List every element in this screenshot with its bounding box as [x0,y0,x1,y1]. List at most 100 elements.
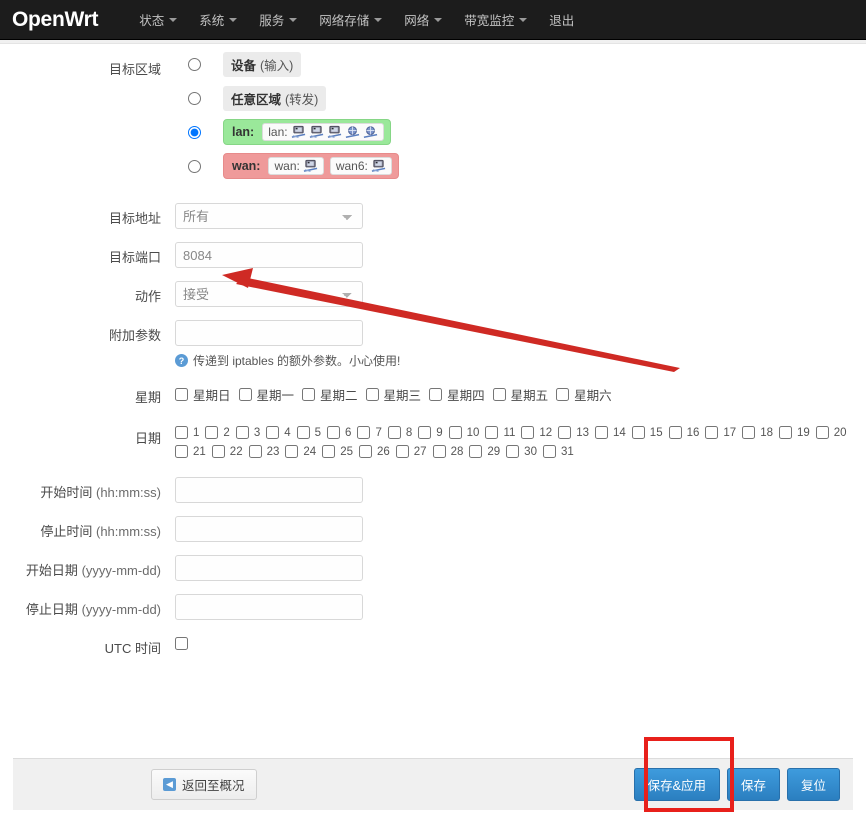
monthday-item[interactable]: 2 [205,426,230,439]
monthday-checkbox-2[interactable] [235,426,249,439]
stop-date-input[interactable] [175,594,363,620]
monthday-checkbox-0[interactable] [175,426,188,439]
monthday-checkbox-18[interactable] [778,426,792,439]
save-apply-button[interactable]: 保存&应用 [633,768,720,801]
monthday-item[interactable]: 21 [175,445,206,458]
dest-zone-option-0[interactable]: 设备 (输入) [175,51,866,77]
monthday-item[interactable]: 31 [542,445,574,458]
monthday-item[interactable]: 9 [418,426,443,439]
weekday-item[interactable]: 星期六 [556,385,612,404]
weekday-checkbox-0[interactable] [175,388,188,401]
monthday-checkbox-10[interactable] [485,426,499,439]
monthday-item[interactable]: 24 [285,445,316,458]
monthday-checkbox-16[interactable] [705,426,719,439]
monthday-checkbox-14[interactable] [631,426,645,439]
monthday-checkbox-13[interactable] [595,426,608,439]
nav-item-5[interactable]: 带宽监控 [453,0,538,40]
monthday-item[interactable]: 27 [395,445,427,458]
dest-zone-radio-2[interactable] [188,125,201,139]
monthday-checkbox-22[interactable] [248,445,262,458]
monthday-item[interactable]: 13 [558,426,589,439]
reset-button[interactable]: 复位 [786,768,840,801]
monthday-checkbox-7[interactable] [387,426,401,439]
start-date-input[interactable] [175,555,363,581]
monthday-item[interactable]: 14 [595,426,626,439]
nav-item-0[interactable]: 状态 [128,0,188,40]
monthday-item[interactable]: 29 [469,445,500,458]
monthday-item[interactable]: 8 [387,426,412,439]
dest-zone-option-3[interactable]: wan: wan: wan6: [175,153,866,179]
dest-zone-radio-0[interactable] [188,57,201,71]
nav-item-1[interactable]: 系统 [188,0,248,40]
monthday-item[interactable]: 10 [448,426,479,439]
monthday-checkbox-15[interactable] [668,426,682,439]
monthday-checkbox-21[interactable] [211,445,225,458]
monthday-checkbox-6[interactable] [357,426,371,439]
weekday-checkbox-2[interactable] [302,388,316,401]
dest-zone-option-2[interactable]: lan: lan: [175,119,866,145]
weekday-item[interactable]: 星期四 [429,385,485,404]
monthday-checkbox-24[interactable] [322,445,336,458]
monthday-checkbox-9[interactable] [448,426,462,439]
monthday-checkbox-30[interactable] [542,445,556,458]
nav-item-6[interactable]: 退出 [538,0,585,40]
monthday-item[interactable]: 26 [358,445,390,458]
monthday-checkbox-28[interactable] [469,445,483,458]
monthday-checkbox-12[interactable] [558,426,572,439]
monthday-checkbox-11[interactable] [521,426,535,439]
monthday-checkbox-20[interactable] [175,445,188,458]
monthday-item[interactable]: 30 [506,445,537,458]
nav-item-3[interactable]: 网络存储 [308,0,393,40]
monthday-item[interactable]: 20 [815,426,847,439]
weekday-item[interactable]: 星期一 [238,385,294,404]
monthday-item[interactable]: 7 [357,426,382,439]
monthday-item[interactable]: 6 [327,426,351,439]
stop-time-input[interactable] [175,516,363,542]
weekday-item[interactable]: 星期二 [302,385,358,404]
dest-port-input[interactable] [175,242,363,268]
action-select[interactable]: 接受 [175,281,363,307]
monthday-item[interactable]: 1 [175,426,199,439]
monthday-item[interactable]: 12 [521,426,552,439]
nav-item-4[interactable]: 网络 [393,0,453,40]
dest-zone-option-1[interactable]: 任意区域 (转发) [175,85,866,111]
monthday-checkbox-17[interactable] [742,426,756,439]
monthday-item[interactable]: 22 [211,445,243,458]
monthday-item[interactable]: 3 [235,426,260,439]
monthday-item[interactable]: 28 [432,445,463,458]
weekday-checkbox-1[interactable] [238,388,252,401]
monthday-checkbox-1[interactable] [205,426,219,439]
monthday-checkbox-3[interactable] [266,426,280,439]
monthday-checkbox-8[interactable] [418,426,432,439]
monthday-checkbox-26[interactable] [395,445,409,458]
monthday-item[interactable]: 25 [322,445,353,458]
monthday-item[interactable]: 18 [742,426,773,439]
monthday-item[interactable]: 11 [485,426,515,439]
monthday-item[interactable]: 15 [631,426,663,439]
weekday-checkbox-5[interactable] [492,388,506,401]
weekday-checkbox-6[interactable] [556,388,570,401]
dest-zone-radio-3[interactable] [188,159,201,173]
monthday-item[interactable]: 5 [296,426,321,439]
monthday-checkbox-19[interactable] [815,426,829,439]
monthday-item[interactable]: 19 [778,426,810,439]
monthday-checkbox-27[interactable] [432,445,446,458]
save-button[interactable]: 保存 [726,768,780,801]
dest-address-select[interactable]: 所有 [175,203,363,229]
monthday-checkbox-29[interactable] [506,445,520,458]
weekday-item[interactable]: 星期日 [175,385,231,404]
monthday-item[interactable]: 4 [266,426,291,439]
start-time-input[interactable] [175,477,363,503]
monthday-item[interactable]: 23 [248,445,279,458]
monthday-checkbox-5[interactable] [327,426,341,439]
brand-logo[interactable]: OpenWrt [12,8,98,32]
weekday-item[interactable]: 星期三 [365,385,421,404]
extra-args-input[interactable] [175,320,363,346]
utc-time-checkbox[interactable] [175,637,188,650]
weekday-item[interactable]: 星期五 [492,385,548,404]
dest-zone-radio-1[interactable] [188,91,201,105]
monthday-checkbox-25[interactable] [358,445,372,458]
monthday-checkbox-4[interactable] [296,426,310,439]
monthday-item[interactable]: 16 [668,426,699,439]
monthday-item[interactable]: 17 [705,426,736,439]
